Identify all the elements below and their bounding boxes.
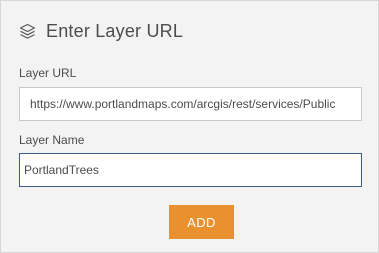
add-button[interactable]: ADD xyxy=(169,205,234,239)
layer-name-input[interactable] xyxy=(19,153,362,187)
layer-name-label: Layer Name xyxy=(19,133,85,147)
layer-url-input[interactable] xyxy=(19,87,362,121)
dialog-title: Enter Layer URL xyxy=(46,20,184,41)
layers-icon xyxy=(19,23,36,40)
enter-layer-url-panel: Enter Layer URL Layer URL Layer Name ADD xyxy=(0,0,379,253)
panel-header: Enter Layer URL xyxy=(19,20,183,42)
layer-url-label: Layer URL xyxy=(19,66,77,80)
